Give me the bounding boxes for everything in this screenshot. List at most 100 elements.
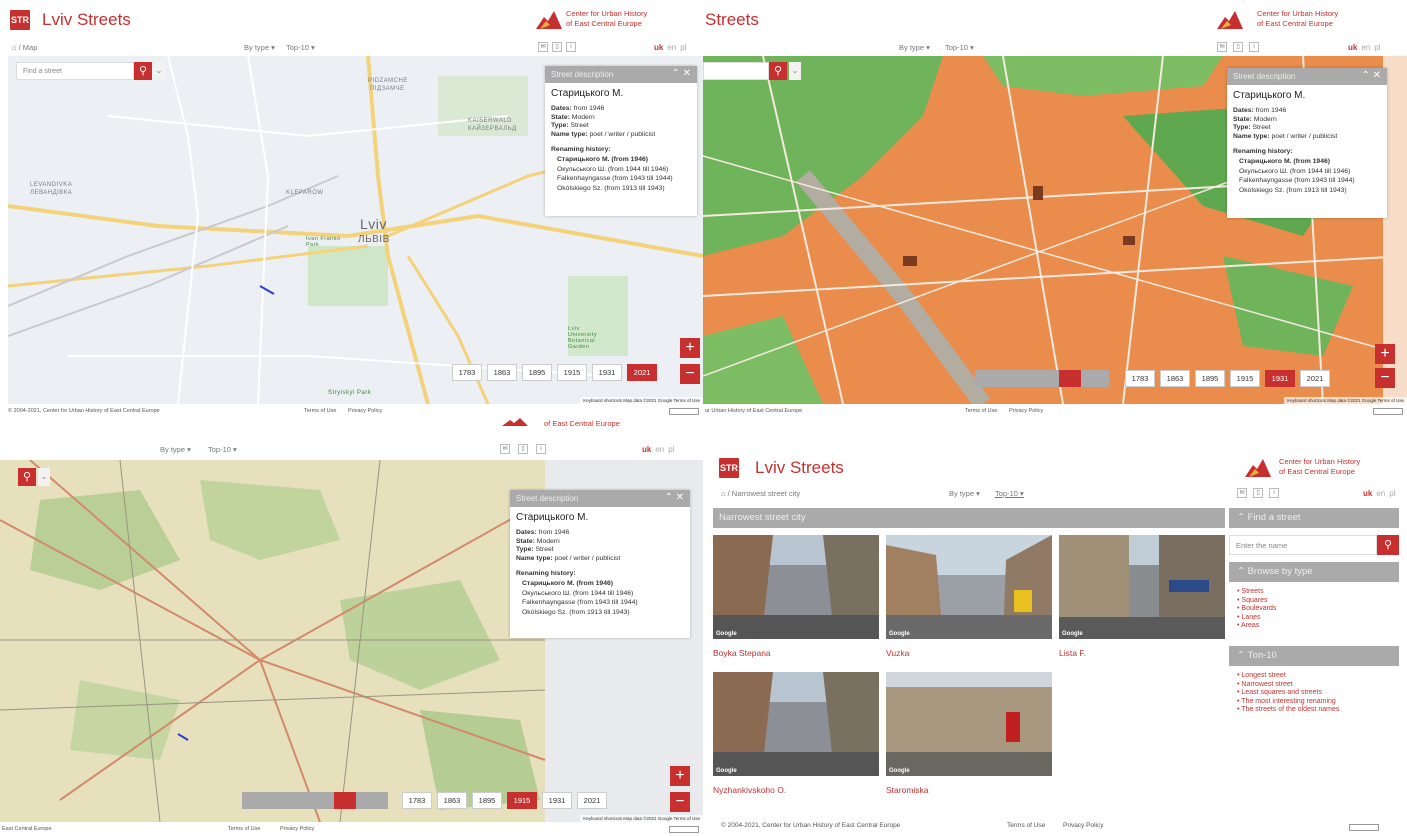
street-link[interactable]: Nyzhankivskoho O. xyxy=(713,785,786,795)
collapse-close-icon[interactable]: ⌃ ✕ xyxy=(1361,70,1381,81)
book-icon[interactable]: ▯ xyxy=(518,444,528,454)
app-title[interactable]: Lviv Streets xyxy=(42,10,131,30)
privacy-link[interactable]: Privacy Policy xyxy=(1063,822,1103,829)
lang-en[interactable]: en xyxy=(655,445,664,454)
street-link[interactable]: Lista F. xyxy=(1059,648,1086,658)
lang-uk[interactable]: uk xyxy=(1363,489,1372,498)
breadcrumb[interactable]: ⌂ / Narrowest street city xyxy=(721,489,800,498)
street-photo[interactable]: Google xyxy=(713,535,879,639)
by-type-dropdown[interactable]: By type ▾ xyxy=(160,445,191,454)
info-icon[interactable]: i xyxy=(1269,488,1279,498)
history-item[interactable]: Старицького М. (from 1946) xyxy=(557,155,697,165)
search-button[interactable]: ⚲ xyxy=(18,468,36,486)
lang-en[interactable]: en xyxy=(667,43,676,52)
top10-dropdown[interactable]: Top-10 ▾ xyxy=(945,43,974,52)
year-button[interactable]: 1931 xyxy=(592,364,622,381)
history-item[interactable]: Старицького М. (from 1946) xyxy=(1239,157,1387,167)
mail-icon[interactable]: ✉ xyxy=(500,444,510,454)
map-canvas[interactable]: ⚲ ⌄ Street description ⌃ ✕ Старицького М.… xyxy=(703,56,1407,404)
history-item[interactable]: Okólskiego Sz. (from 1913 till 1943) xyxy=(522,608,690,618)
street-photo[interactable]: Google xyxy=(886,535,1052,639)
year-button[interactable]: 1915 xyxy=(1230,370,1260,387)
search-button[interactable]: ⚲ xyxy=(1377,535,1399,555)
opacity-slider[interactable] xyxy=(242,792,388,809)
slider-handle[interactable] xyxy=(334,792,356,809)
zoom-out-button[interactable]: − xyxy=(680,364,700,384)
mail-icon[interactable]: ✉ xyxy=(538,42,548,52)
browse-type-header[interactable]: ⌃ Browse by type xyxy=(1229,562,1399,582)
book-icon[interactable]: ▯ xyxy=(1233,42,1243,52)
privacy-link[interactable]: Privacy Policy xyxy=(348,408,382,414)
street-link[interactable]: Staromiska xyxy=(886,785,929,795)
search-button[interactable]: ⚲ xyxy=(769,62,787,80)
lang-pl[interactable]: pl xyxy=(1374,43,1380,52)
book-icon[interactable]: ▯ xyxy=(552,42,562,52)
year-button-active[interactable]: 1931 xyxy=(1265,370,1295,387)
year-button[interactable]: 2021 xyxy=(1300,370,1330,387)
lang-uk[interactable]: uk xyxy=(1348,43,1357,52)
year-button[interactable]: 1783 xyxy=(402,792,432,809)
history-item[interactable]: Okólskiego Sz. (from 1913 till 1943) xyxy=(557,184,697,194)
year-button[interactable]: 1863 xyxy=(437,792,467,809)
book-icon[interactable]: ▯ xyxy=(1253,488,1263,498)
street-link[interactable]: Boyka Stepana xyxy=(713,648,771,658)
search-input[interactable] xyxy=(703,62,769,80)
by-type-dropdown[interactable]: By type ▾ xyxy=(899,43,930,52)
top10-dropdown[interactable]: Top-10 ▾ xyxy=(208,445,237,454)
top10-dropdown[interactable]: Top-10 ▾ xyxy=(286,43,315,52)
history-item[interactable]: Falkenhayngasse (from 1943 till 1944) xyxy=(1239,176,1387,186)
map-attribution[interactable]: Keyboard shortcuts Map data ©2021 Google… xyxy=(580,397,703,404)
browse-link[interactable]: Lanes xyxy=(1237,614,1276,623)
privacy-link[interactable]: Privacy Policy xyxy=(280,826,314,832)
lang-pl[interactable]: pl xyxy=(668,445,674,454)
year-button[interactable]: 1931 xyxy=(542,792,572,809)
history-item[interactable]: Окульського Ш. (from 1944 till 1946) xyxy=(1239,167,1387,177)
app-title[interactable]: Lviv Streets xyxy=(755,458,844,478)
history-item[interactable]: Falkenhayngasse (from 1943 till 1944) xyxy=(522,598,690,608)
terms-link[interactable]: Terms of Use xyxy=(304,408,336,414)
mail-icon[interactable]: ✉ xyxy=(1237,488,1247,498)
map-canvas[interactable]: ⚲ ⌄ Street description ⌃ ✕ Старицького М.… xyxy=(0,460,703,822)
zoom-in-button[interactable]: + xyxy=(1375,344,1395,364)
year-button[interactable]: 1895 xyxy=(472,792,502,809)
top10-link[interactable]: Longest street xyxy=(1237,672,1339,681)
year-button[interactable]: 1783 xyxy=(1125,370,1155,387)
terms-link[interactable]: Terms of Use xyxy=(228,826,260,832)
street-photo[interactable]: Google xyxy=(713,672,879,776)
lang-pl[interactable]: pl xyxy=(1389,489,1395,498)
by-type-dropdown[interactable]: By type ▾ xyxy=(244,43,275,52)
year-button[interactable]: 1783 xyxy=(452,364,482,381)
lang-en[interactable]: en xyxy=(1361,43,1370,52)
lang-uk[interactable]: uk xyxy=(654,43,663,52)
browse-link[interactable]: Areas xyxy=(1237,622,1276,631)
year-button[interactable]: 1895 xyxy=(1195,370,1225,387)
search-options-button[interactable]: ⌄ xyxy=(789,62,801,80)
top10-link[interactable]: The most interesting renaming xyxy=(1237,698,1339,707)
opacity-slider[interactable] xyxy=(975,370,1109,387)
mail-icon[interactable]: ✉ xyxy=(1217,42,1227,52)
app-title[interactable]: Streets xyxy=(705,10,759,30)
search-options-button[interactable]: ⌄ xyxy=(38,468,50,486)
top10-link[interactable]: Narrowest street xyxy=(1237,681,1339,690)
street-photo[interactable]: Google xyxy=(1059,535,1225,639)
year-button[interactable]: 1895 xyxy=(522,364,552,381)
info-icon[interactable]: i xyxy=(536,444,546,454)
history-item[interactable]: Okólskiego Sz. (from 1913 till 1943) xyxy=(1239,186,1387,196)
map-canvas[interactable]: PIDZAMCHE ПІДЗАМЧЕ KAISERWALD КАЙЗЕРВАЛЬ… xyxy=(8,56,703,404)
privacy-link[interactable]: Privacy Policy xyxy=(1009,408,1043,414)
lang-en[interactable]: en xyxy=(1376,489,1385,498)
find-street-header[interactable]: ⌃ Find a street xyxy=(1229,508,1399,528)
map-attribution[interactable]: Keyboard shortcuts Map data ©2021 Google… xyxy=(580,815,703,822)
lang-uk[interactable]: uk xyxy=(642,445,651,454)
browse-link[interactable]: Squares xyxy=(1237,597,1276,606)
browse-link[interactable]: Streets xyxy=(1237,588,1276,597)
top10-dropdown[interactable]: Top-10 ▾ xyxy=(995,489,1024,498)
zoom-out-button[interactable]: − xyxy=(670,792,690,812)
year-button[interactable]: 1915 xyxy=(557,364,587,381)
breadcrumb[interactable]: ⌂ / Map xyxy=(12,43,37,52)
info-icon[interactable]: i xyxy=(566,42,576,52)
search-options-button[interactable]: ⌄ xyxy=(153,62,165,80)
collapse-close-icon[interactable]: ⌃ ✕ xyxy=(664,492,684,503)
browse-link[interactable]: Boulevards xyxy=(1237,605,1276,614)
by-type-dropdown[interactable]: By type ▾ xyxy=(949,489,980,498)
